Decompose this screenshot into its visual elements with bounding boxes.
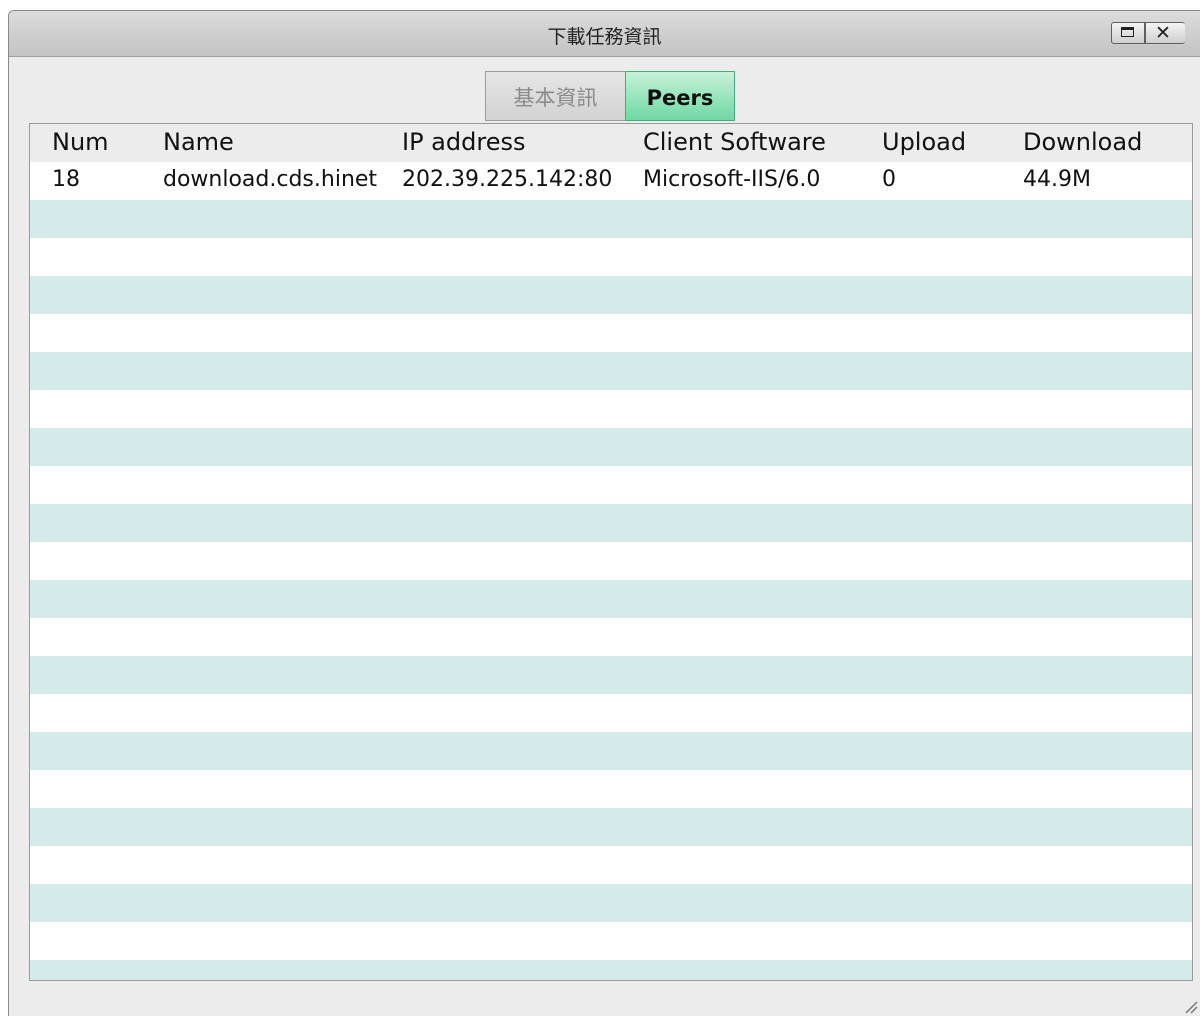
column-header-download[interactable]: Download (1023, 128, 1142, 156)
task-info-window: 下載任務資訊 ✕ 基本資訊 Peers Num Name IP address … (8, 10, 1200, 1016)
cell-num: 18 (52, 167, 80, 192)
cell-name: download.cds.hinet (163, 167, 378, 192)
tab-basic-info[interactable]: 基本資訊 (485, 71, 625, 121)
table-body: 18 download.cds.hinet 202.39.225.142:80 … (30, 162, 1192, 980)
cell-upload: 0 (882, 167, 896, 192)
table-row[interactable]: 18 download.cds.hinet 202.39.225.142:80 … (30, 162, 1192, 200)
maximize-icon (1121, 27, 1134, 37)
cell-client-software: Microsoft-IIS/6.0 (643, 167, 821, 192)
peers-table: Num Name IP address Client Software Uplo… (29, 123, 1193, 981)
column-header-client-software[interactable]: Client Software (643, 128, 826, 156)
tab-peers[interactable]: Peers (625, 71, 735, 121)
maximize-button[interactable] (1111, 22, 1145, 44)
window-title: 下載任務資訊 (547, 26, 662, 48)
column-header-name[interactable]: Name (163, 128, 234, 156)
cell-ip-address: 202.39.225.142:80 (402, 167, 613, 192)
resize-grip-icon[interactable] (1184, 1000, 1198, 1014)
close-icon: ✕ (1155, 22, 1171, 44)
close-button[interactable]: ✕ (1145, 22, 1185, 44)
column-header-upload[interactable]: Upload (882, 128, 966, 156)
column-header-ip-address[interactable]: IP address (402, 128, 525, 156)
table-header: Num Name IP address Client Software Uplo… (30, 124, 1192, 162)
column-header-num[interactable]: Num (52, 128, 109, 156)
title-bar[interactable]: 下載任務資訊 ✕ (9, 11, 1200, 57)
cell-download: 44.9M (1023, 167, 1091, 192)
